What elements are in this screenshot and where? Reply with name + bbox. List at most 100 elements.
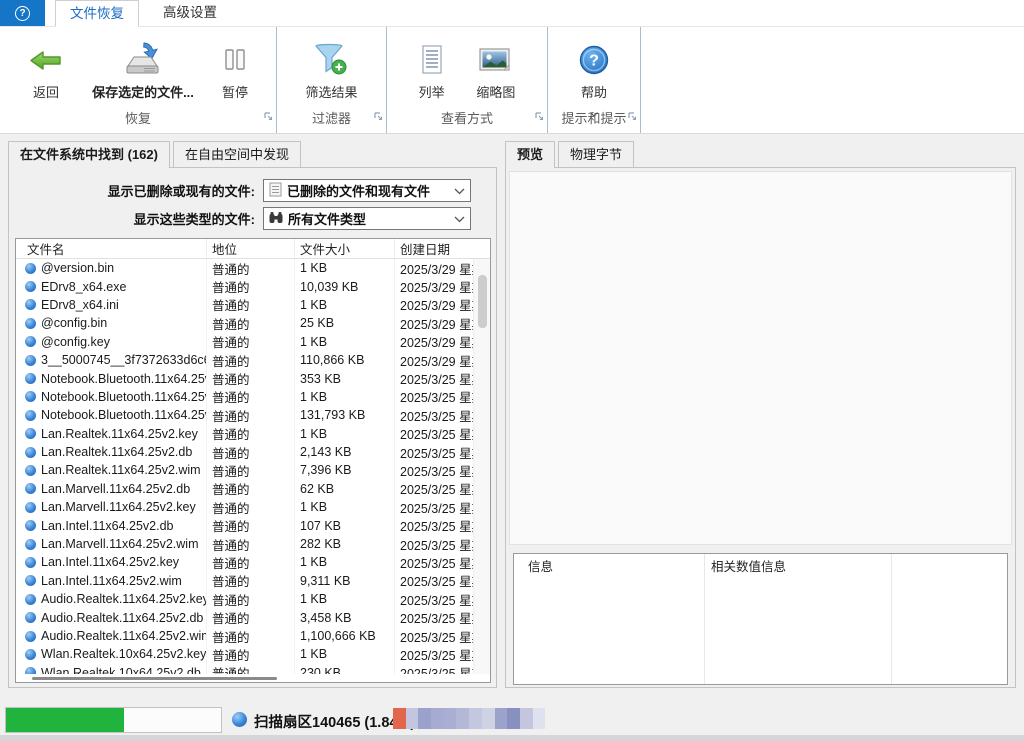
- file-status: 普通的: [206, 480, 294, 498]
- table-row[interactable]: Notebook.Bluetooth.11x64.25v... 普通的 353 …: [16, 369, 473, 387]
- file-status: 普通的: [206, 645, 294, 663]
- file-status: 普通的: [206, 314, 294, 332]
- file-size: 282 KB: [294, 535, 394, 553]
- file-date: 2025/3/25 星期: [394, 425, 473, 443]
- file-icon: [25, 336, 36, 347]
- filter-results-button[interactable]: 筛选结果: [305, 27, 357, 101]
- table-row[interactable]: Audio.Realtek.11x64.25v2.wim 普通的 1,100,6…: [16, 627, 473, 645]
- preview-area: [509, 171, 1012, 545]
- list-view-button[interactable]: 列举: [419, 27, 445, 101]
- group-label-recovery: 恢复: [0, 108, 276, 127]
- file-table: 文件名 地位 文件大小 创建日期 @version.bin 普通的 1 KB 2…: [15, 238, 491, 683]
- table-row[interactable]: Lan.Intel.11x64.25v2.db 普通的 107 KB 2025/…: [16, 516, 473, 534]
- file-size: 1,100,666 KB: [294, 627, 394, 645]
- table-row[interactable]: EDrv8_x64.exe 普通的 10,039 KB 2025/3/29 星期: [16, 277, 473, 295]
- file-icon: [25, 355, 36, 366]
- dropdown-value: 所有文件类型: [288, 209, 366, 228]
- table-row[interactable]: Lan.Marvell.11x64.25v2.key 普通的 1 KB 2025…: [16, 498, 473, 516]
- pause-icon: [222, 39, 248, 81]
- file-status: 普通的: [206, 608, 294, 626]
- tab-file-recovery[interactable]: 文件恢复: [55, 0, 139, 27]
- ribbon: 返回 保存选定的文件...: [0, 27, 1024, 134]
- file-icon: [25, 318, 36, 329]
- file-size: 9,311 KB: [294, 572, 394, 590]
- horizontal-scrollbar[interactable]: [16, 674, 473, 682]
- group-label-tips: 提示和提示: [548, 108, 640, 127]
- file-date: 2025/3/25 星期: [394, 498, 473, 516]
- thumbnail-view-button[interactable]: 缩略图: [476, 27, 515, 101]
- filter-add-icon: [312, 39, 350, 81]
- table-row[interactable]: Lan.Realtek.11x64.25v2.wim 普通的 7,396 KB …: [16, 461, 473, 479]
- ribbon-group-filter: 筛选结果 过滤器: [277, 27, 387, 133]
- dialog-launcher-icon[interactable]: [628, 108, 637, 126]
- table-row[interactable]: Lan.Realtek.11x64.25v2.db 普通的 2,143 KB 2…: [16, 443, 473, 461]
- vertical-scrollbar[interactable]: [473, 259, 490, 674]
- table-row[interactable]: Lan.Marvell.11x64.25v2.db 普通的 62 KB 2025…: [16, 480, 473, 498]
- table-row[interactable]: Lan.Marvell.11x64.25v2.wim 普通的 282 KB 20…: [16, 535, 473, 553]
- table-row[interactable]: Lan.Intel.11x64.25v2.key 普通的 1 KB 2025/3…: [16, 553, 473, 571]
- save-drive-icon: [123, 39, 163, 81]
- column-header-status[interactable]: 地位: [206, 239, 294, 258]
- app-help-button[interactable]: ?: [0, 0, 45, 26]
- filter-label: 显示这些类型的文件:: [9, 209, 263, 228]
- tab-advanced-settings[interactable]: 高级设置: [149, 0, 231, 26]
- tab-found-in-free-space[interactable]: 在自由空间中发现: [173, 141, 301, 167]
- help-icon: ?: [578, 39, 610, 81]
- dialog-launcher-icon[interactable]: [374, 108, 383, 126]
- file-types-dropdown[interactable]: 所有文件类型: [263, 207, 471, 230]
- file-status: 普通的: [206, 259, 294, 277]
- column-header-info[interactable]: 信息: [528, 554, 553, 576]
- table-row[interactable]: Audio.Realtek.11x64.25v2.key 普通的 1 KB 20…: [16, 590, 473, 608]
- column-header-filename[interactable]: 文件名: [16, 239, 206, 258]
- column-header-created[interactable]: 创建日期: [394, 239, 490, 258]
- deleted-files-dropdown[interactable]: 已删除的文件和现有文件: [263, 179, 471, 202]
- file-icon: [25, 263, 36, 274]
- file-name: Wlan.Realtek.10x64.25v2.key: [41, 647, 206, 661]
- table-row[interactable]: Lan.Intel.11x64.25v2.wim 普通的 9,311 KB 20…: [16, 572, 473, 590]
- dialog-launcher-icon[interactable]: [535, 108, 544, 126]
- file-name: Lan.Marvell.11x64.25v2.db: [41, 482, 190, 496]
- table-row[interactable]: @config.key 普通的 1 KB 2025/3/29 星期: [16, 333, 473, 351]
- scrollbar-thumb[interactable]: [478, 275, 487, 328]
- table-row[interactable]: @config.bin 普通的 25 KB 2025/3/29 星期: [16, 314, 473, 332]
- file-status: 普通的: [206, 664, 294, 674]
- table-row[interactable]: Wlan.Realtek.10x64.25v2.db 普通的 230 KB 20…: [16, 664, 473, 674]
- table-row[interactable]: Wlan.Realtek.10x64.25v2.key 普通的 1 KB 202…: [16, 645, 473, 663]
- column-header-filesize[interactable]: 文件大小: [294, 239, 394, 258]
- file-icon: [25, 649, 36, 660]
- table-row[interactable]: Notebook.Bluetooth.11x64.25v... 普通的 1 KB…: [16, 388, 473, 406]
- column-header-related-values[interactable]: 相关数值信息: [711, 554, 786, 576]
- table-row[interactable]: 3__5000745__3f7372633d6c6d26... 普通的 110,…: [16, 351, 473, 369]
- filter-row-deleted: 显示已删除或现有的文件: 已删除的文件和现有文件: [9, 179, 471, 202]
- preview-panel: 预览 物理字节 信息 相关数值信息: [505, 141, 1016, 688]
- tab-found-in-filesystem[interactable]: 在文件系统中找到 (162): [8, 141, 170, 168]
- table-row[interactable]: Notebook.Bluetooth.11x64.25v... 普通的 131,…: [16, 406, 473, 424]
- table-row[interactable]: Lan.Realtek.11x64.25v2.key 普通的 1 KB 2025…: [16, 425, 473, 443]
- save-selected-files-button[interactable]: 保存选定的文件...: [92, 27, 194, 101]
- file-name: Audio.Realtek.11x64.25v2.db: [41, 611, 203, 625]
- file-status: 普通的: [206, 425, 294, 443]
- file-status: 普通的: [206, 498, 294, 516]
- scrollbar-thumb[interactable]: [32, 677, 277, 680]
- file-date: 2025/3/29 星期: [394, 296, 473, 314]
- file-icon: [25, 465, 36, 476]
- table-row[interactable]: EDrv8_x64.ini 普通的 1 KB 2025/3/29 星期: [16, 296, 473, 314]
- file-size: 1 KB: [294, 333, 394, 351]
- dropdown-value: 已删除的文件和现有文件: [287, 181, 430, 200]
- table-row[interactable]: Audio.Realtek.11x64.25v2.db 普通的 3,458 KB…: [16, 608, 473, 626]
- file-date: 2025/3/29 星期: [394, 333, 473, 351]
- back-button[interactable]: 返回: [28, 27, 64, 101]
- pause-button[interactable]: 暂停: [222, 27, 248, 101]
- file-icon: [25, 281, 36, 292]
- progress-fill: [6, 708, 124, 732]
- file-date: 2025/3/25 星期: [394, 664, 473, 674]
- file-size: 7,396 KB: [294, 461, 394, 479]
- tab-preview[interactable]: 预览: [505, 141, 555, 168]
- tab-physical-bytes[interactable]: 物理字节: [558, 141, 634, 167]
- table-row[interactable]: @version.bin 普通的 1 KB 2025/3/29 星期: [16, 259, 473, 277]
- file-size: 25 KB: [294, 314, 394, 332]
- dialog-launcher-icon[interactable]: [264, 108, 273, 126]
- file-icon: [25, 557, 36, 568]
- file-icon: [25, 391, 36, 402]
- thumbnail-icon: [478, 39, 514, 81]
